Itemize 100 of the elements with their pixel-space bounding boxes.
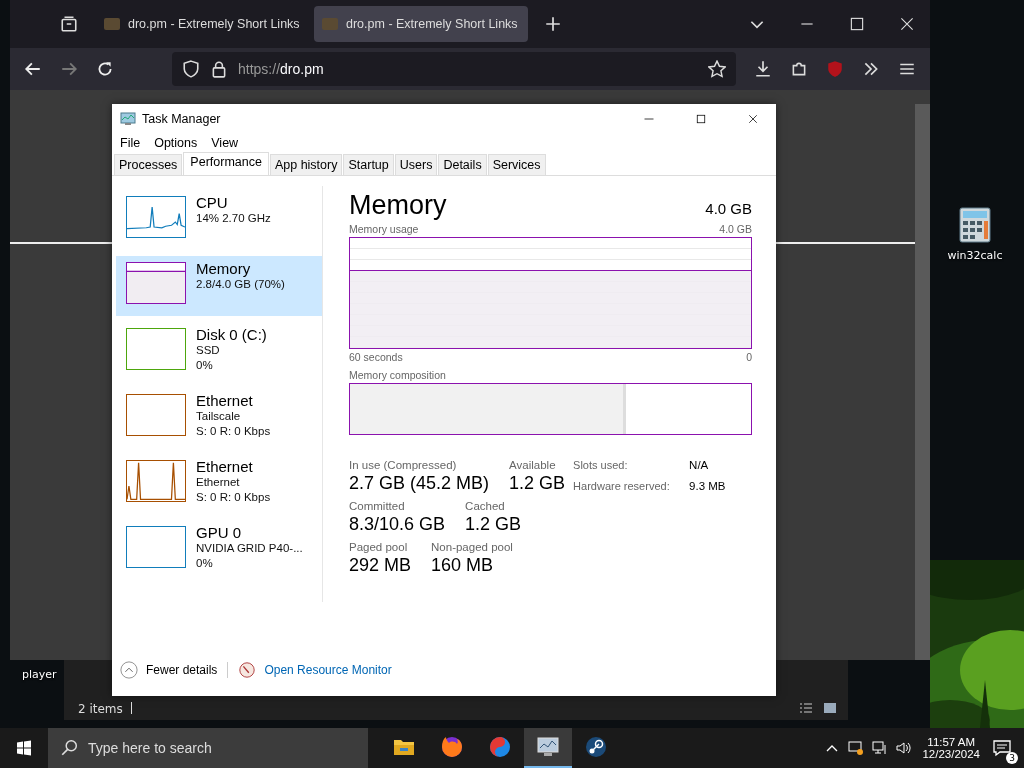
resource-detail: 2.8/4.0 GB (70%) <box>196 277 285 292</box>
stat-value: 8.3/10.6 GB <box>349 514 446 535</box>
tab[interactable]: Processes <box>114 154 183 175</box>
info-label: Slots used: <box>573 459 629 473</box>
back-icon[interactable] <box>24 60 42 78</box>
calculator-icon[interactable] <box>959 205 991 245</box>
resource-item[interactable]: Memory 2.8/4.0 GB (70%) <box>116 256 322 316</box>
scrollbar[interactable] <box>915 104 930 660</box>
menu-item[interactable]: File <box>120 136 141 150</box>
notification-count: 3 <box>1006 752 1018 764</box>
reload-icon[interactable] <box>96 60 114 78</box>
info-value: 9.3 MB <box>689 480 726 494</box>
stat-label: Committed <box>349 500 406 512</box>
gauge-icon[interactable] <box>238 661 257 679</box>
resource-detail: 14% 2.70 GHz <box>196 211 271 226</box>
clock-time[interactable]: 11:57 AM <box>927 736 976 748</box>
desktop-icon-label[interactable]: player <box>22 668 57 681</box>
maximize-icon[interactable] <box>695 113 707 125</box>
status-text: 2 items <box>78 702 123 716</box>
fox-globe-icon <box>440 735 464 759</box>
shield-icon[interactable] <box>182 60 200 78</box>
network-icon[interactable] <box>872 740 889 756</box>
new-tab-icon[interactable] <box>544 15 562 33</box>
close-icon[interactable] <box>747 113 759 125</box>
double-chevron-icon[interactable] <box>862 60 880 78</box>
stat-value: 160 MB <box>431 555 495 576</box>
resource-item[interactable]: Ethernet Tailscale S: 0 R: 0 Kbps <box>116 388 322 448</box>
axis-label: 60 seconds <box>349 350 403 365</box>
graph-label: Memory usage <box>349 222 419 237</box>
desktop-icon-label[interactable]: win32calc <box>947 249 1003 262</box>
stat-label: Paged pool <box>349 541 409 553</box>
stat-value: 292 MB <box>349 555 412 576</box>
collapse-icon[interactable] <box>120 661 138 679</box>
window-title: Task Manager <box>142 112 221 126</box>
tab[interactable]: Performance <box>183 152 269 175</box>
extensions-icon[interactable] <box>790 60 808 78</box>
resource-item[interactable]: Ethernet Ethernet S: 0 R: 0 Kbps <box>116 454 322 514</box>
resource-monitor-link[interactable]: Open Resource Monitor <box>264 663 392 677</box>
browser-tab[interactable]: dro.pm - Extremely Short Links <box>314 6 528 42</box>
stat-label: Non-paged pool <box>431 541 513 553</box>
resource-detail: S: 0 R: 0 Kbps <box>196 490 271 505</box>
resource-detail: S: 0 R: 0 Kbps <box>196 424 271 439</box>
tab[interactable]: Startup <box>343 154 394 175</box>
resource-item[interactable]: Disk 0 (C:) SSD 0% <box>116 322 322 382</box>
tab[interactable]: Users <box>394 154 438 175</box>
info-label: Hardware reserved: <box>573 480 671 494</box>
clock-date[interactable]: 12/23/2024 <box>922 748 980 760</box>
menu-item[interactable]: View <box>211 136 239 150</box>
axis-label: 0 <box>746 350 752 365</box>
swirl-icon <box>488 735 512 759</box>
steam-icon <box>584 735 608 759</box>
resource-item[interactable]: CPU 14% 2.70 GHz <box>116 190 322 250</box>
search-field[interactable]: Type here to search <box>48 728 368 768</box>
tab[interactable]: App history <box>269 154 343 175</box>
volume-icon[interactable] <box>896 740 913 756</box>
graph-label: Memory composition <box>349 368 447 383</box>
resource-name: GPU 0 <box>196 524 242 541</box>
resource-name: Ethernet <box>196 458 254 475</box>
stat-value: 2.7 GB (45.2 MB) <box>349 473 490 494</box>
resource-item[interactable]: GPU 0 NVIDIA GRID P40-... 0% <box>116 520 322 580</box>
address-bar[interactable]: https://dro.pm <box>172 52 736 86</box>
tab-list-icon[interactable] <box>60 15 78 33</box>
resource-detail: Tailscale <box>196 409 242 424</box>
stat-value: 1.2 GB <box>509 473 566 494</box>
tab[interactable]: Services <box>487 154 546 175</box>
search-icon <box>60 739 78 757</box>
resource-detail: 0% <box>196 358 214 373</box>
windows-start-icon[interactable] <box>16 740 32 756</box>
resource-name: Memory <box>196 260 252 277</box>
stat-label: In use (Compressed) <box>349 459 458 471</box>
network-warning-icon[interactable] <box>848 740 865 756</box>
total-memory: 4.0 GB <box>705 200 752 217</box>
axis-label: 4.0 GB <box>719 222 752 237</box>
resource-detail: 0% <box>196 556 214 571</box>
tiles-view-icon[interactable] <box>822 700 838 716</box>
bookmark-star-icon[interactable] <box>708 60 726 78</box>
resource-name: CPU <box>196 194 229 211</box>
resource-name: Disk 0 (C:) <box>196 326 267 343</box>
close-icon[interactable] <box>898 15 916 33</box>
monitor-graph-icon <box>536 735 560 759</box>
resource-detail: NVIDIA GRID P40-... <box>196 541 303 556</box>
stat-value: 1.2 GB <box>465 514 522 535</box>
resource-detail: SSD <box>196 343 221 358</box>
browser-tab[interactable]: dro.pm - Extremely Short Links <box>96 6 310 42</box>
lock-icon[interactable] <box>210 60 228 78</box>
stat-label: Available <box>509 459 557 471</box>
tab[interactable]: Details <box>438 154 487 175</box>
section-title: Memory <box>349 190 447 221</box>
menu-item[interactable]: Options <box>154 136 198 150</box>
info-value: N/A <box>689 459 710 473</box>
stat-label: Cached <box>465 500 506 512</box>
task-manager-icon <box>120 111 136 127</box>
fewer-details-link[interactable]: Fewer details <box>146 663 218 677</box>
download-icon[interactable] <box>754 60 772 78</box>
resource-name: Ethernet <box>196 392 254 409</box>
taskbar-app[interactable] <box>524 728 572 768</box>
maximize-icon[interactable] <box>848 15 866 33</box>
forward-icon[interactable] <box>60 60 78 78</box>
notification-icon[interactable] <box>992 738 1012 758</box>
details-view-icon[interactable] <box>798 700 814 716</box>
